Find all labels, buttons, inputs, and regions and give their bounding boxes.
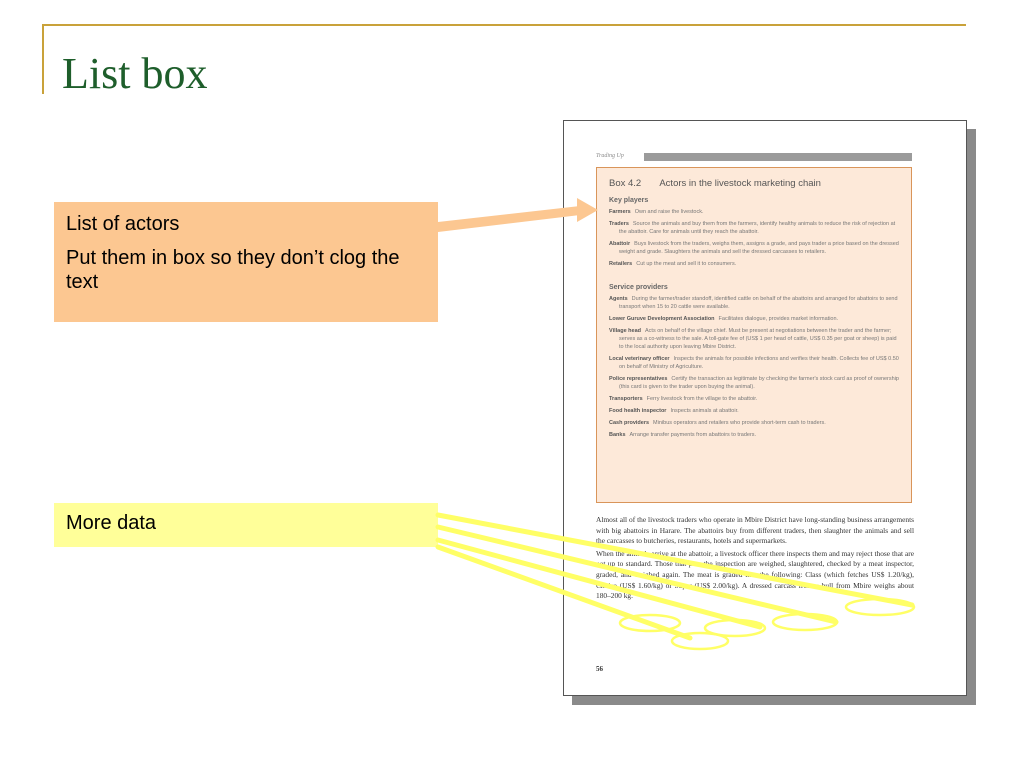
orange-arrow (438, 198, 598, 232)
highlight-ellipse (670, 631, 730, 651)
orange-arrow-shaft (438, 206, 580, 232)
orange-arrow-head (577, 198, 598, 222)
annotation-overlay (435, 198, 916, 651)
yellow-pointer-line (435, 537, 763, 630)
yellow-pointer-line (435, 524, 839, 625)
yellow-pointer-line (435, 544, 693, 641)
